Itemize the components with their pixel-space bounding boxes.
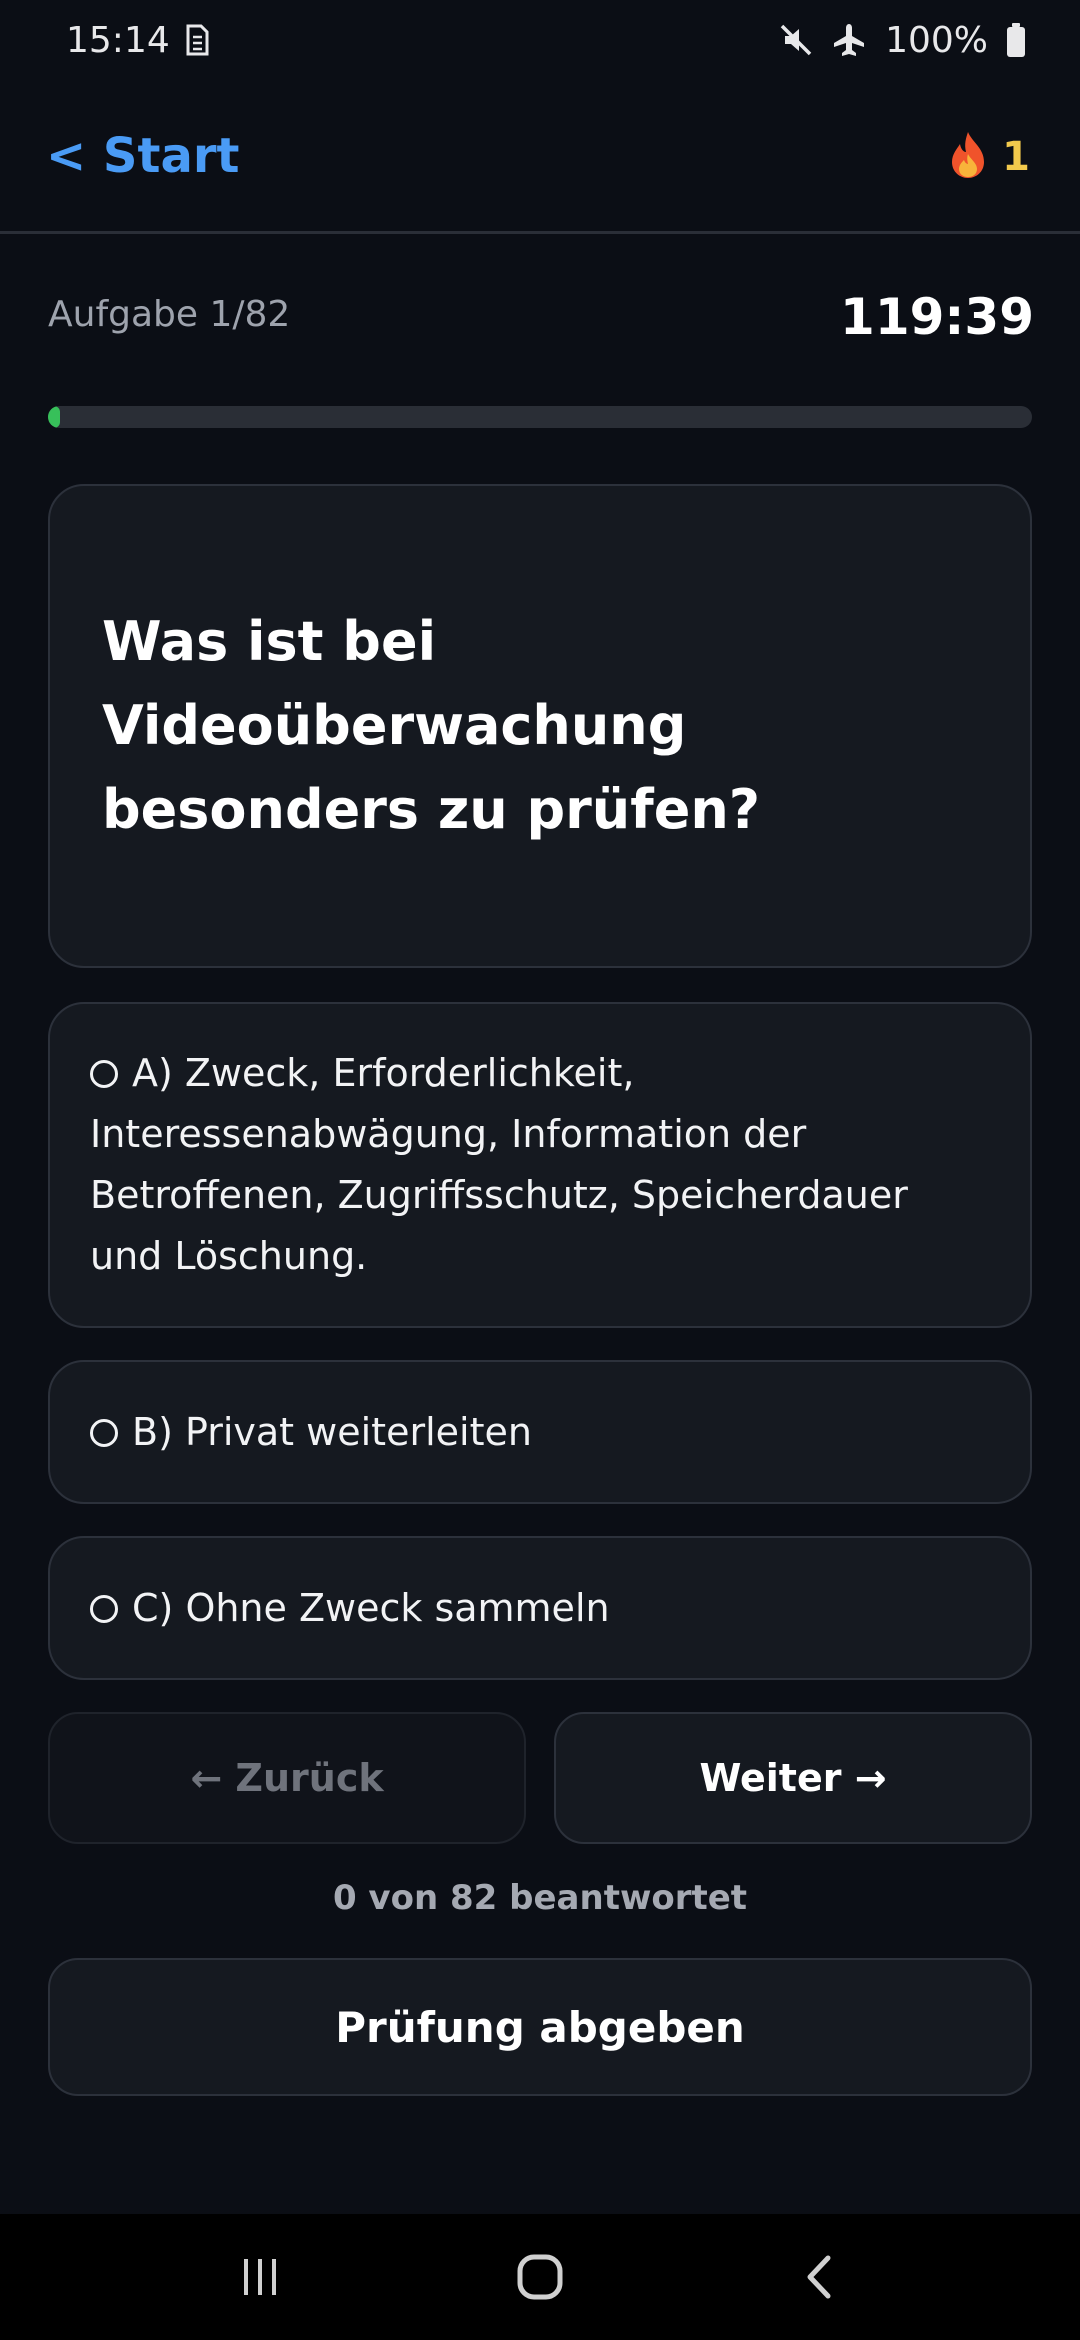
answer-option-b-content: B) Privat weiterleiten bbox=[90, 1402, 532, 1463]
status-time: 15:14 bbox=[66, 19, 170, 61]
answer-option-c-content: C) Ohne Zweck sammeln bbox=[90, 1578, 610, 1639]
answer-option-a[interactable]: A) Zweck, Erforderlichkeit, Interessenab… bbox=[48, 1002, 1032, 1328]
streak-indicator: 1 bbox=[946, 130, 1030, 184]
status-right: 100% bbox=[779, 20, 1026, 61]
next-button[interactable]: Weiter → bbox=[554, 1712, 1032, 1844]
system-nav-bar bbox=[0, 2214, 1080, 2340]
radio-icon bbox=[90, 1594, 118, 1623]
answer-option-b[interactable]: B) Privat weiterleiten bbox=[48, 1360, 1032, 1504]
answer-option-a-label: A) Zweck, Erforderlichkeit, Interessenab… bbox=[90, 1051, 908, 1278]
quiz-screen: 15:14 100% < Start 1 Aufgabe 1/82 119:39… bbox=[0, 0, 1080, 2340]
submit-exam-button[interactable]: Prüfung abgeben bbox=[48, 1958, 1032, 2096]
answer-option-c-label: C) Ohne Zweck sammeln bbox=[132, 1585, 610, 1630]
streak-count: 1 bbox=[1002, 134, 1030, 180]
answer-option-b-label: B) Privat weiterleiten bbox=[132, 1409, 532, 1454]
answer-option-a-content: A) Zweck, Erforderlichkeit, Interessenab… bbox=[90, 1043, 990, 1287]
question-card: Was ist bei Videoüberwachung besonders z… bbox=[48, 484, 1032, 968]
app-header: < Start 1 bbox=[0, 80, 1080, 234]
status-left: 15:14 bbox=[66, 20, 210, 61]
radio-icon bbox=[90, 1418, 118, 1447]
progress-bar bbox=[48, 406, 1032, 428]
airplane-icon bbox=[831, 22, 867, 58]
previous-button[interactable]: ← Zurück bbox=[48, 1712, 526, 1844]
battery-percent: 100% bbox=[885, 19, 988, 61]
sim-icon bbox=[184, 24, 210, 56]
home-icon[interactable] bbox=[490, 2237, 590, 2317]
battery-icon bbox=[1006, 23, 1026, 57]
status-bar: 15:14 100% bbox=[0, 0, 1080, 80]
question-text: Was ist bei Videoüberwachung besonders z… bbox=[102, 610, 761, 841]
back-icon[interactable] bbox=[770, 2237, 870, 2317]
progress-bar-fill bbox=[48, 406, 60, 428]
answered-count: 0 von 82 beantwortet bbox=[332, 1878, 748, 1918]
mute-icon bbox=[779, 23, 813, 57]
back-to-start-link[interactable]: < Start bbox=[46, 128, 239, 184]
fire-icon bbox=[946, 130, 990, 184]
radio-icon bbox=[90, 1060, 118, 1088]
task-counter: Aufgabe 1/82 bbox=[48, 294, 291, 335]
answer-option-c[interactable]: C) Ohne Zweck sammeln bbox=[48, 1536, 1032, 1680]
exam-timer: 119:39 bbox=[840, 288, 1034, 346]
recent-apps-icon[interactable] bbox=[210, 2237, 310, 2317]
